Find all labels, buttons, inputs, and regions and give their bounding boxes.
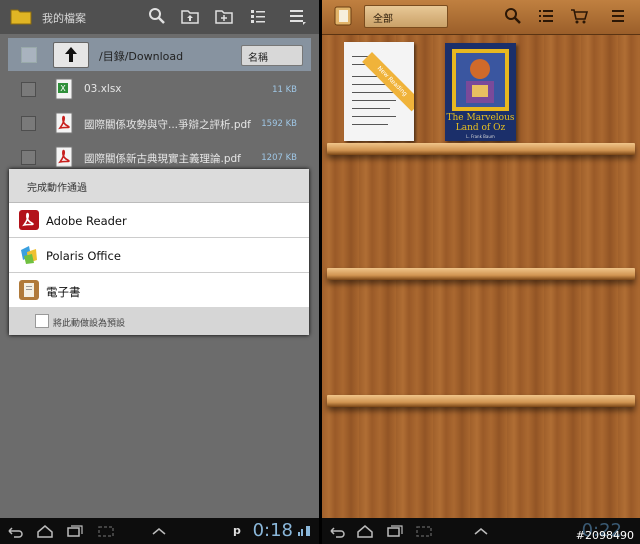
file-row[interactable]: 國際關係攻勢與守...爭辯之評析.pdf 1592 KB xyxy=(8,106,311,140)
cart-icon[interactable] xyxy=(570,7,588,25)
list-view-icon[interactable] xyxy=(248,6,268,26)
file-manager-pane: 我的檔案 /目錄/Download 名稱 X 03.xlsx 11 KB 國際關… xyxy=(0,0,319,544)
shelf-board xyxy=(327,395,635,407)
set-default-label: 將此動做設為預設 xyxy=(53,319,126,329)
option-label: Adobe Reader xyxy=(46,214,127,228)
pdf-file-icon xyxy=(55,112,73,134)
category-dropdown[interactable]: 全部 xyxy=(364,5,448,28)
cover-art xyxy=(452,49,509,111)
file-checkbox[interactable] xyxy=(21,82,36,97)
text-line xyxy=(352,100,396,101)
file-row[interactable]: X 03.xlsx 11 KB xyxy=(8,72,311,106)
text-line xyxy=(352,116,396,117)
screenshot-icon[interactable] xyxy=(97,524,115,538)
recent-apps-icon[interactable] xyxy=(386,524,404,538)
current-path: /目錄/Download xyxy=(99,50,184,63)
home-icon[interactable] xyxy=(36,524,54,538)
new-reading-ribbon: New Reading xyxy=(362,52,414,112)
option-ebook[interactable]: 電子書 xyxy=(9,273,309,308)
arrow-up-icon xyxy=(65,47,77,62)
back-icon[interactable] xyxy=(328,524,346,538)
option-label: 電子書 xyxy=(46,285,81,299)
folder-icon xyxy=(10,9,32,25)
option-label: Polaris Office xyxy=(46,249,121,263)
system-nav-bar: p 0:18 xyxy=(0,518,319,544)
recent-apps-icon[interactable] xyxy=(66,524,84,538)
text-line xyxy=(352,108,390,109)
dialog-footer: 將此動做設為預設 xyxy=(9,307,309,335)
book-author: L. Frank Baum xyxy=(466,134,495,139)
ebook-app-icon xyxy=(19,280,39,300)
file-manager-toolbar: 我的檔案 xyxy=(0,0,319,34)
folder-home-icon[interactable] xyxy=(180,6,200,26)
shelf-board xyxy=(327,268,635,280)
search-icon[interactable] xyxy=(147,6,167,26)
category-value: 全部 xyxy=(373,14,393,25)
dialog-title: 完成動作通過 xyxy=(27,183,87,194)
text-line xyxy=(352,92,394,93)
file-checkbox[interactable] xyxy=(21,116,36,131)
set-default-checkbox[interactable] xyxy=(35,314,49,328)
adobe-reader-icon xyxy=(19,210,39,230)
chevron-up-icon[interactable] xyxy=(150,524,168,538)
screenshot-icon[interactable] xyxy=(415,524,433,538)
path-row: /目錄/Download 名稱 xyxy=(8,38,311,71)
book-title-line: The Marvelous xyxy=(446,113,515,123)
sort-dropdown[interactable]: 名稱 xyxy=(241,45,303,66)
clock: 0:18 xyxy=(252,520,293,541)
back-icon[interactable] xyxy=(6,524,24,538)
file-name: 03.xlsx xyxy=(84,83,122,95)
text-line xyxy=(352,124,388,125)
chevron-up-icon[interactable] xyxy=(472,524,490,538)
shelf-board xyxy=(327,143,635,155)
signal-battery-icon xyxy=(298,526,310,536)
up-folder-button[interactable] xyxy=(53,42,89,68)
menu-icon[interactable] xyxy=(288,6,308,26)
dialog-title-bar: 完成動作通過 xyxy=(9,169,309,203)
search-icon[interactable] xyxy=(504,7,522,25)
sort-value: 名稱 xyxy=(248,53,268,64)
watermark: #2098490 xyxy=(575,529,634,542)
pdf-file-icon xyxy=(55,146,73,168)
option-adobe-reader[interactable]: Adobe Reader xyxy=(9,203,309,238)
file-name: 國際關係新古典現實主義理論.pdf xyxy=(84,153,241,165)
home-icon[interactable] xyxy=(356,524,374,538)
bookshelf-toolbar: 全部 xyxy=(322,0,640,35)
app-title: 我的檔案 xyxy=(42,12,86,25)
file-size: 1207 KB xyxy=(261,153,297,163)
excel-file-icon: X xyxy=(55,78,73,100)
new-folder-icon[interactable] xyxy=(214,6,234,26)
list-view-icon[interactable] xyxy=(537,7,555,25)
book-new-reading[interactable]: New Reading xyxy=(344,42,414,141)
book-marvelous-land-of-oz[interactable]: The Marvelous Land of Oz L. Frank Baum xyxy=(445,43,516,141)
file-checkbox[interactable] xyxy=(21,150,36,165)
status-notification-icon: p xyxy=(233,524,241,537)
file-size: 11 KB xyxy=(272,85,297,95)
polaris-office-icon xyxy=(21,246,37,264)
select-all-checkbox[interactable] xyxy=(21,47,37,63)
ebook-shelf-pane: 全部 New Reading The Marvelous Land of Oz … xyxy=(322,0,640,544)
file-size: 1592 KB xyxy=(261,119,297,129)
option-polaris-office[interactable]: Polaris Office xyxy=(9,238,309,273)
file-name: 國際關係攻勢與守...爭辯之評析.pdf xyxy=(84,119,251,131)
complete-action-dialog: 完成動作通過 Adobe Reader Polaris Office 電子書 將… xyxy=(9,169,309,335)
book-title-line: Land of Oz xyxy=(455,123,506,133)
book-cover-illustration xyxy=(452,49,509,111)
bookshelf-app-icon[interactable] xyxy=(334,6,352,26)
svg-text:X: X xyxy=(60,84,66,93)
menu-icon[interactable] xyxy=(610,7,628,25)
